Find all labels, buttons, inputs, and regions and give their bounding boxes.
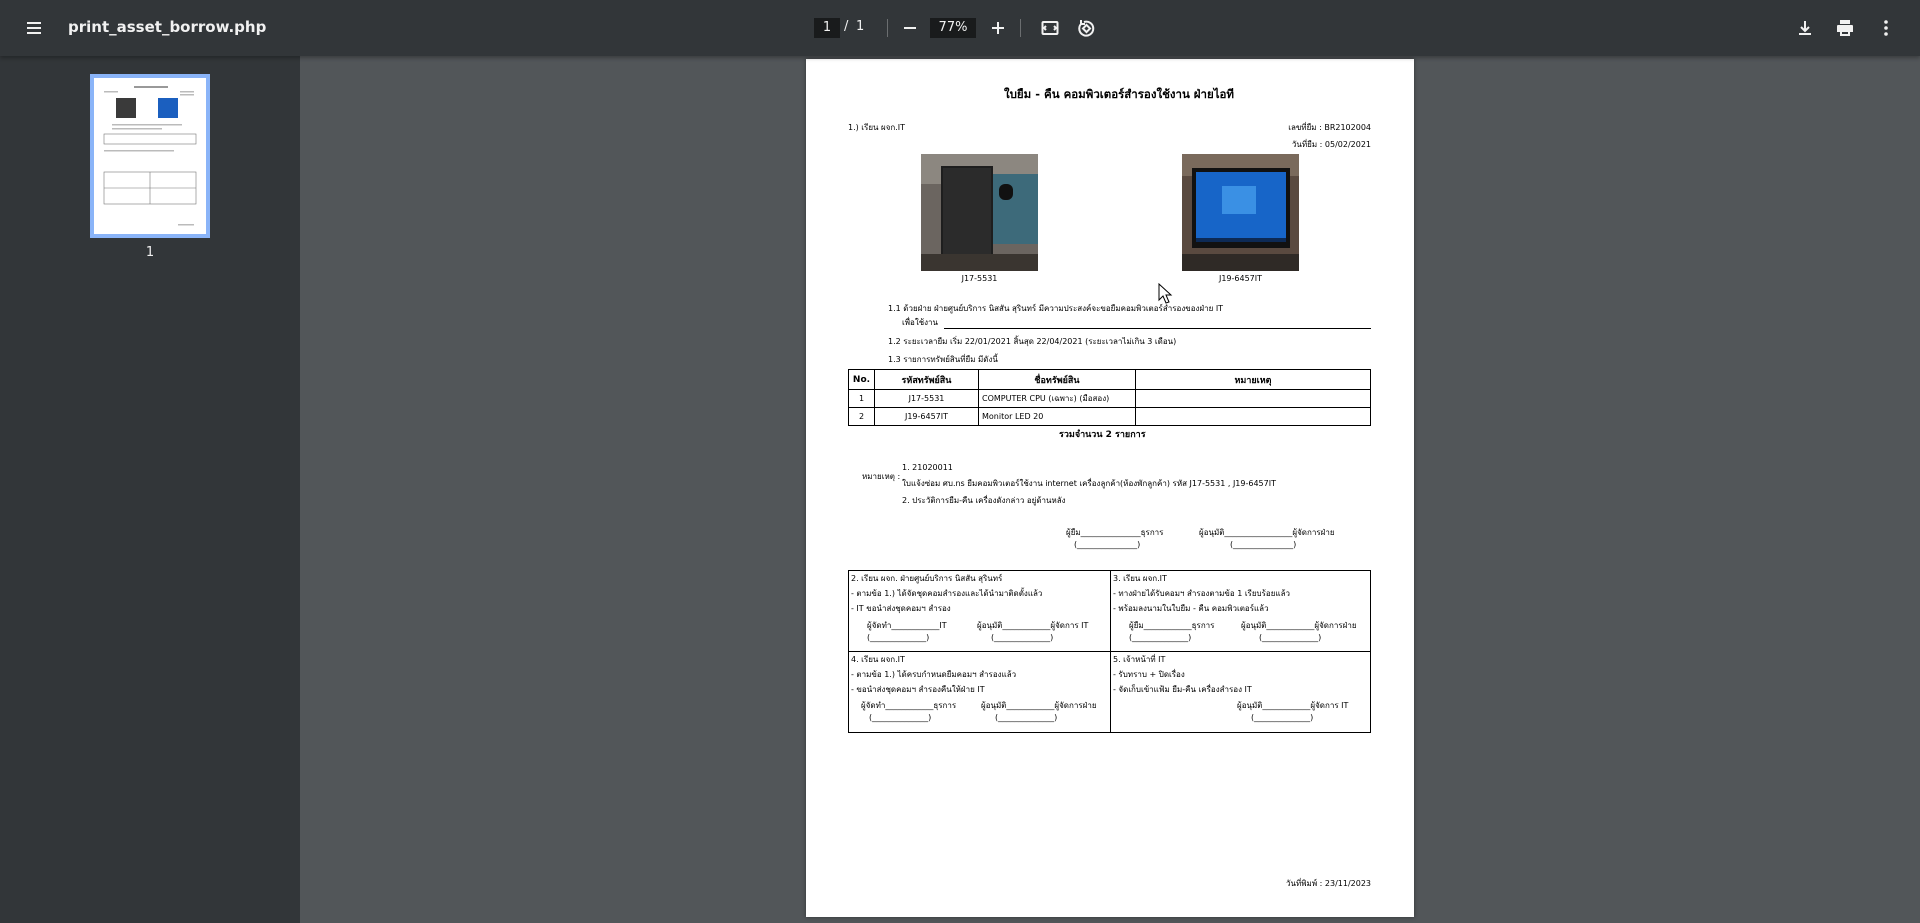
box-line: - IT ขอนำส่งชุดคอมฯ สำรอง [851, 604, 951, 613]
table-cell [1135, 389, 1371, 408]
remark-line: 1. 21020011 [902, 463, 953, 472]
box-line: 3. เรียน ผจก.IT [1113, 574, 1167, 583]
box-4-paren-a: (______________) [869, 713, 932, 722]
download-icon[interactable] [1789, 12, 1821, 44]
table-header: หมายเหตุ [1135, 369, 1371, 390]
form-title: ใบยืม - คืน คอมพิวเตอร์สำรองใช้งาน ฝ่ายไ… [1004, 87, 1235, 101]
borrow-date: วันที่ยืม : 05/02/2021 [1291, 140, 1371, 149]
purpose-underline [944, 328, 1371, 329]
box-4: 4. เรียน ผจก.IT - ตามข้อ 1.) ได้ครบกำหนด… [851, 652, 1016, 697]
pdf-toolbar: print_asset_borrow.php 1 / 1 77% [0, 0, 1920, 56]
remark-line: 2. ประวัติการยืม-คืน เครื่องดังกล่าว อยู… [902, 496, 1066, 505]
box-line: - ตามข้อ 1.) ได้จัดชุดคอมสำรองและได้นำมา… [851, 589, 1043, 598]
borrower-signature: ผู้ยืม_______________ธุรการ [1066, 528, 1164, 537]
more-icon[interactable] [1870, 12, 1902, 44]
page-total: 1 [856, 19, 865, 34]
doc-number: เลขที่ยืม : BR2102004 [1288, 123, 1371, 132]
box-3-sign-b: ผู้อนุมัติ____________ผู้จัดการฝ่าย [1241, 621, 1357, 630]
box-3-paren-a: (______________) [1129, 633, 1192, 642]
box-3: 3. เรียน ผจก.IT - ทางฝ่ายได้รับคอมฯ สำรอ… [1113, 571, 1290, 616]
zoom-level-input[interactable]: 77% [930, 18, 976, 38]
pdf-page: ใบยืม - คืน คอมพิวเตอร์สำรองใช้งาน ฝ่ายไ… [806, 59, 1414, 917]
remark-label: หมายเหตุ : [862, 472, 901, 481]
page-number-input[interactable]: 1 [814, 18, 840, 38]
thumbnail-page-label: 1 [145, 245, 155, 260]
box-line: - พร้อมลงนามในใบยืม - คืน คอมพิวเตอร์แล้… [1113, 604, 1269, 613]
box-2-sign-b: ผู้อนุมัติ____________ผู้จัดการ IT [977, 621, 1089, 630]
rotate-icon[interactable] [1070, 12, 1102, 44]
section-1-1-purpose: เพื่อใช้งาน [902, 318, 939, 327]
print-icon[interactable] [1829, 12, 1861, 44]
signature-name-blank: (_______________) [1074, 540, 1141, 549]
table-cell [1135, 407, 1371, 426]
section-1-2: 1.2 ระยะเวลายืม เริ่ม 22/01/2021 สิ้นสุด… [888, 337, 1177, 346]
approver-signature: ผู้อนุมัติ_________________ผู้จัดการฝ่าย [1199, 528, 1335, 537]
signature-name-blank: (_______________) [1230, 540, 1297, 549]
box-2-paren-a: (______________) [867, 633, 930, 642]
zoom-in-icon[interactable] [982, 12, 1014, 44]
remark-line: ใบแจ้งซ่อม ศบ.ns ยืมคอมพิวเตอร์ใช้งาน in… [902, 479, 1276, 488]
box-4-sign-a: ผู้จัดทำ____________ธุรการ [861, 701, 957, 710]
box-5: 5. เจ้าหน้าที่ IT - รับทราบ + ปิดเรื่อง … [1113, 652, 1252, 697]
table-header: รหัสทรัพย์สิน [874, 369, 979, 390]
box-2-sign-a: ผู้จัดทำ____________IT [867, 621, 947, 630]
toolbar-divider [1020, 19, 1021, 37]
box-line: 4. เรียน ผจก.IT [851, 655, 905, 664]
table-row: 1 J17-5531 COMPUTER CPU (เฉพาะ) (มือสอง) [848, 389, 1371, 408]
asset-photo-cpu [921, 154, 1038, 271]
box-line: 5. เจ้าหน้าที่ IT [1113, 655, 1166, 664]
toolbar-divider [887, 19, 888, 37]
photo-caption-1: J17-5531 [961, 274, 998, 283]
approval-grid: 2. เรียน ผจก. ฝ่ายศูนย์บริการ นิสสัน สุร… [848, 570, 1371, 733]
menu-icon[interactable] [18, 12, 50, 44]
box-4-sign-b: ผู้อนุมัติ____________ผู้จัดการฝ่าย [981, 701, 1097, 710]
box-4-paren-b: (______________) [995, 713, 1058, 722]
box-3-paren-b: (______________) [1259, 633, 1322, 642]
table-cell: 1 [848, 389, 875, 408]
box-3-sign-a: ผู้ยืม____________ธุรการ [1129, 621, 1215, 630]
table-header: No. [848, 369, 875, 390]
asset-photo-monitor [1182, 154, 1299, 271]
box-2: 2. เรียน ผจก. ฝ่ายศูนย์บริการ นิสสัน สุร… [851, 571, 1042, 616]
box-line: - จัดเก็บเข้าแฟ้ม ยืม-คืน เครื่องสำรอง I… [1113, 685, 1252, 694]
box-line: - รับทราบ + ปิดเรื่อง [1113, 670, 1185, 679]
box-line: - ตามข้อ 1.) ได้ครบกำหนดยืมคอมฯ สำรองแล้… [851, 670, 1017, 679]
to-line: 1.) เรียน ผจก.IT [848, 123, 906, 132]
box-line: 2. เรียน ผจก. ฝ่ายศูนย์บริการ นิสสัน สุร… [851, 574, 1003, 583]
table-cell: 2 [848, 407, 875, 426]
document-title: print_asset_borrow.php [68, 18, 267, 36]
box-5-sign-b: ผู้อนุมัติ____________ผู้จัดการ IT [1237, 701, 1349, 710]
box-5-paren-b: (______________) [1251, 713, 1314, 722]
table-header: ชื่อทรัพย์สิน [978, 369, 1136, 390]
asset-table: No. รหัสทรัพย์สิน ชื่อทรัพย์สิน หมายเหตุ… [848, 369, 1371, 426]
box-line: - ขอนำส่งชุดคอมฯ สำรองคืนให้ฝ่าย IT [851, 685, 985, 694]
print-date: วันที่พิมพ์ : 23/11/2023 [1286, 879, 1371, 888]
table-cell: J19-6457IT [874, 407, 979, 426]
box-2-paren-b: (______________) [991, 633, 1054, 642]
thumbnail-sidebar: 1 [0, 56, 300, 923]
zoom-out-icon[interactable] [894, 12, 926, 44]
photo-caption-2: J19-6457IT [1218, 274, 1263, 283]
total-count: รวมจำนวน 2 รายการ [1059, 430, 1146, 440]
table-row: 2 J19-6457IT Monitor LED 20 [848, 407, 1371, 426]
fit-page-icon[interactable] [1034, 12, 1066, 44]
mouse-cursor-icon [1158, 283, 1173, 304]
table-cell: Monitor LED 20 [978, 407, 1136, 426]
page-separator: / [844, 19, 849, 34]
table-cell: COMPUTER CPU (เฉพาะ) (มือสอง) [978, 389, 1136, 408]
section-1-3: 1.3 รายการทรัพย์สินที่ยืม มีดังนี้ [888, 355, 998, 364]
page-thumbnail[interactable] [90, 74, 210, 238]
table-cell: J17-5531 [874, 389, 979, 408]
box-line: - ทางฝ่ายได้รับคอมฯ สำรองตามข้อ 1 เรียบร… [1113, 589, 1290, 598]
